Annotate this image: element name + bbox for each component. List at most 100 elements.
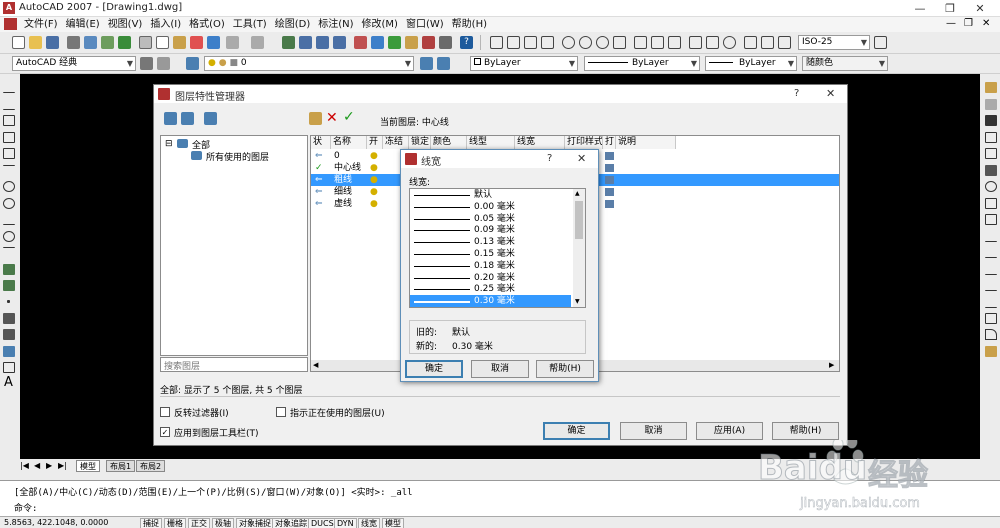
rotate-icon[interactable] xyxy=(985,181,997,192)
layer-help-button[interactable]: 帮助(H) xyxy=(772,422,839,440)
fillet-icon[interactable] xyxy=(985,329,997,340)
status-toggle-8[interactable]: 线宽 xyxy=(358,518,380,528)
center-mark-icon[interactable] xyxy=(723,36,736,49)
make-current-icon[interactable] xyxy=(420,57,433,70)
layer-name[interactable]: 0 xyxy=(334,150,340,162)
save-icon[interactable] xyxy=(46,36,59,49)
break-at-point-icon[interactable] xyxy=(985,264,997,275)
tolerance-icon[interactable] xyxy=(706,36,719,49)
doc-minimize-icon[interactable]: — xyxy=(946,18,956,29)
move-icon[interactable] xyxy=(985,165,997,176)
dimension-edit-icon[interactable] xyxy=(744,36,757,49)
invert-filter-checkbox[interactable] xyxy=(160,407,170,417)
scroll-up-icon[interactable]: ▲ xyxy=(575,190,580,197)
redo-icon[interactable] xyxy=(251,36,264,49)
tree-item-used-layers[interactable]: 所有使用的图层 xyxy=(206,150,269,163)
column-header-1[interactable]: 名称 xyxy=(331,136,367,149)
lineweight-item[interactable]: 0.00 毫米 xyxy=(410,201,571,213)
polyline-icon[interactable] xyxy=(3,115,15,126)
zoom-window-icon[interactable] xyxy=(316,36,329,49)
mirror-icon[interactable] xyxy=(985,115,997,126)
layer-dialog-close-icon[interactable]: ✕ xyxy=(826,87,835,100)
new-layer-icon[interactable] xyxy=(309,112,322,125)
layer-apply-button[interactable]: 应用(A) xyxy=(696,422,763,440)
lineweight-item[interactable]: 0.18 毫米 xyxy=(410,260,571,272)
lineweight-item[interactable]: 0.09 毫米 xyxy=(410,224,571,236)
angular-icon[interactable] xyxy=(613,36,626,49)
dimstyle-combo[interactable]: ISO-25 ▼ xyxy=(798,35,870,50)
point-icon[interactable] xyxy=(7,300,10,303)
column-header-5[interactable]: 颜色 xyxy=(431,136,467,149)
workspace-save-icon[interactable] xyxy=(157,57,170,70)
lineweight-close-icon[interactable]: ✕ xyxy=(577,152,586,165)
status-toggle-4[interactable]: 对象捕捉 xyxy=(236,518,274,528)
paste-icon[interactable] xyxy=(173,36,186,49)
hatch-icon[interactable] xyxy=(3,313,15,324)
tree-expand-icon[interactable]: ⊟ xyxy=(165,139,173,149)
scroll-down-icon[interactable]: ▼ xyxy=(575,298,580,305)
lineweight-combo[interactable]: ByLayer ▼ xyxy=(705,56,797,71)
tool-palettes-icon[interactable] xyxy=(388,36,401,49)
design-center-icon[interactable] xyxy=(371,36,384,49)
markup-icon[interactable] xyxy=(422,36,435,49)
lineweight-help-icon[interactable]: ? xyxy=(547,153,552,164)
layer-on-bulb-icon[interactable]: ● xyxy=(370,198,378,210)
workspace-combo[interactable]: AutoCAD 经典 ▼ xyxy=(12,56,136,71)
continue-icon[interactable] xyxy=(668,36,681,49)
scroll-thumb[interactable] xyxy=(575,201,583,239)
lineweight-item[interactable]: 默认 xyxy=(410,189,571,201)
erase-icon[interactable] xyxy=(985,82,997,93)
apply-toolbar-checkbox[interactable]: ✓ xyxy=(160,427,170,437)
explode-icon[interactable] xyxy=(985,346,997,357)
tab-layout1[interactable]: 布局1 xyxy=(106,460,136,472)
rectangle-icon[interactable] xyxy=(3,148,15,159)
lineweight-item[interactable]: 0.25 毫米 xyxy=(410,283,571,295)
copy-object-icon[interactable] xyxy=(985,99,997,110)
lineweight-ok-button[interactable]: 确定 xyxy=(405,360,463,378)
layer-properties-icon[interactable] xyxy=(186,57,199,70)
tab-model[interactable]: 模型 xyxy=(76,460,100,472)
menu-item-10[interactable]: 帮助(H) xyxy=(448,17,491,32)
layer-previous-icon[interactable] xyxy=(437,57,450,70)
layer-name[interactable]: 细线 xyxy=(334,186,352,198)
print-preview-icon[interactable] xyxy=(84,36,97,49)
multiline-text-icon[interactable]: A xyxy=(4,375,13,390)
help-icon[interactable]: ? xyxy=(460,36,473,49)
match-properties-icon[interactable] xyxy=(190,36,203,49)
status-toggle-3[interactable]: 极轴 xyxy=(212,518,234,528)
column-header-10[interactable]: 说明 xyxy=(616,136,676,149)
join-icon[interactable] xyxy=(985,297,997,308)
ordinate-icon[interactable] xyxy=(541,36,554,49)
command-prompt[interactable]: 命令: xyxy=(14,501,37,514)
lineweight-scrollbar[interactable]: ▲ ▼ xyxy=(573,189,585,307)
line-icon[interactable] xyxy=(3,82,15,93)
layer-plot-printer-icon[interactable] xyxy=(605,200,614,208)
layer-name[interactable]: 粗线 xyxy=(334,174,352,186)
menu-item-9[interactable]: 窗口(W) xyxy=(402,17,448,32)
column-header-7[interactable]: 线宽 xyxy=(515,136,565,149)
lineweight-item[interactable]: 0.05 毫米 xyxy=(410,213,571,225)
new-group-filter-icon[interactable] xyxy=(181,112,194,125)
radius-icon[interactable] xyxy=(562,36,575,49)
delete-layer-icon[interactable]: ✕ xyxy=(326,110,338,126)
status-toggle-1[interactable]: 栅格 xyxy=(164,518,186,528)
circle-icon[interactable] xyxy=(3,181,15,192)
tab-prev-icon[interactable]: ◀ xyxy=(34,461,40,470)
menu-item-1[interactable]: 编辑(E) xyxy=(62,17,104,32)
layer-dialog-help-button[interactable]: ? xyxy=(794,88,799,99)
layer-on-bulb-icon[interactable]: ● xyxy=(370,162,378,174)
linear-dimension-icon[interactable] xyxy=(490,36,503,49)
arc-icon[interactable] xyxy=(3,165,15,176)
scroll-left-icon[interactable]: ◀ xyxy=(313,361,318,369)
aligned-dimension-icon[interactable] xyxy=(507,36,520,49)
gradient-icon[interactable] xyxy=(3,329,15,340)
layer-plot-printer-icon[interactable] xyxy=(605,188,614,196)
layer-cancel-button[interactable]: 取消 xyxy=(620,422,687,440)
make-block-icon[interactable] xyxy=(3,280,15,291)
status-toggle-9[interactable]: 模型 xyxy=(382,518,404,528)
restore-icon[interactable]: ❐ xyxy=(935,0,965,17)
menu-item-8[interactable]: 修改(M) xyxy=(358,17,402,32)
zoom-realtime-icon[interactable] xyxy=(299,36,312,49)
plotstyle-combo[interactable]: 随颜色 ▼ xyxy=(802,56,888,71)
tab-next-icon[interactable]: ▶ xyxy=(46,461,52,470)
